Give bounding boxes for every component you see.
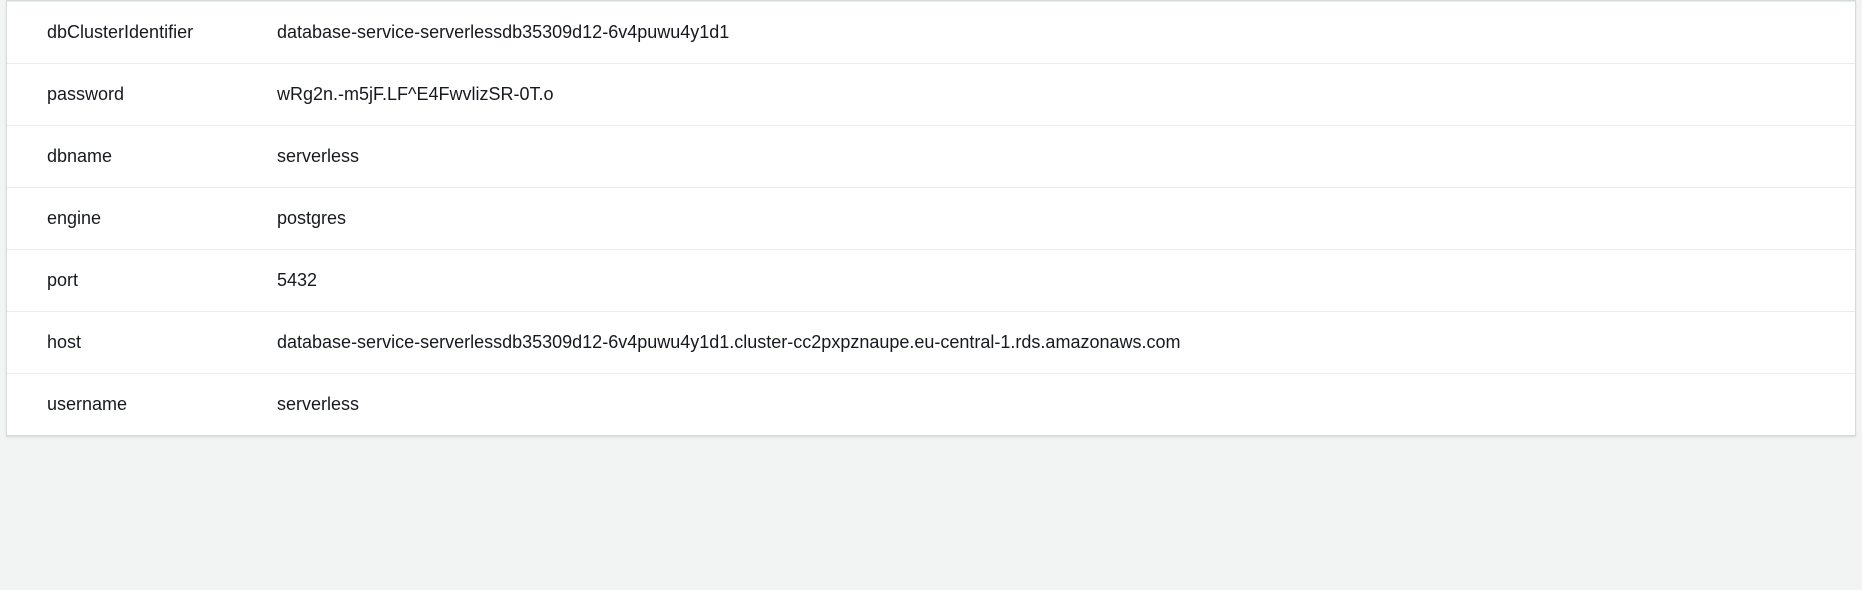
secret-key: dbClusterIdentifier	[7, 2, 277, 64]
secret-key: host	[7, 312, 277, 374]
secret-value: serverless	[277, 126, 1855, 188]
table-row: dbClusterIdentifier database-service-ser…	[7, 2, 1855, 64]
secret-key: password	[7, 64, 277, 126]
secret-value: database-service-serverlessdb35309d12-6v…	[277, 312, 1855, 374]
secret-key: engine	[7, 188, 277, 250]
secret-value: serverless	[277, 374, 1855, 436]
table-row: username serverless	[7, 374, 1855, 436]
secret-values-table: dbClusterIdentifier database-service-ser…	[7, 1, 1855, 435]
table-row: host database-service-serverlessdb35309d…	[7, 312, 1855, 374]
secret-value: wRg2n.-m5jF.LF^E4FwvlizSR-0T.o	[277, 64, 1855, 126]
secret-value: 5432	[277, 250, 1855, 312]
secret-key: username	[7, 374, 277, 436]
table-row: engine postgres	[7, 188, 1855, 250]
secret-key: port	[7, 250, 277, 312]
table-row: dbname serverless	[7, 126, 1855, 188]
secret-value: postgres	[277, 188, 1855, 250]
secret-values-panel: dbClusterIdentifier database-service-ser…	[6, 0, 1856, 436]
secret-key: dbname	[7, 126, 277, 188]
table-row: password wRg2n.-m5jF.LF^E4FwvlizSR-0T.o	[7, 64, 1855, 126]
secret-value: database-service-serverlessdb35309d12-6v…	[277, 2, 1855, 64]
table-row: port 5432	[7, 250, 1855, 312]
